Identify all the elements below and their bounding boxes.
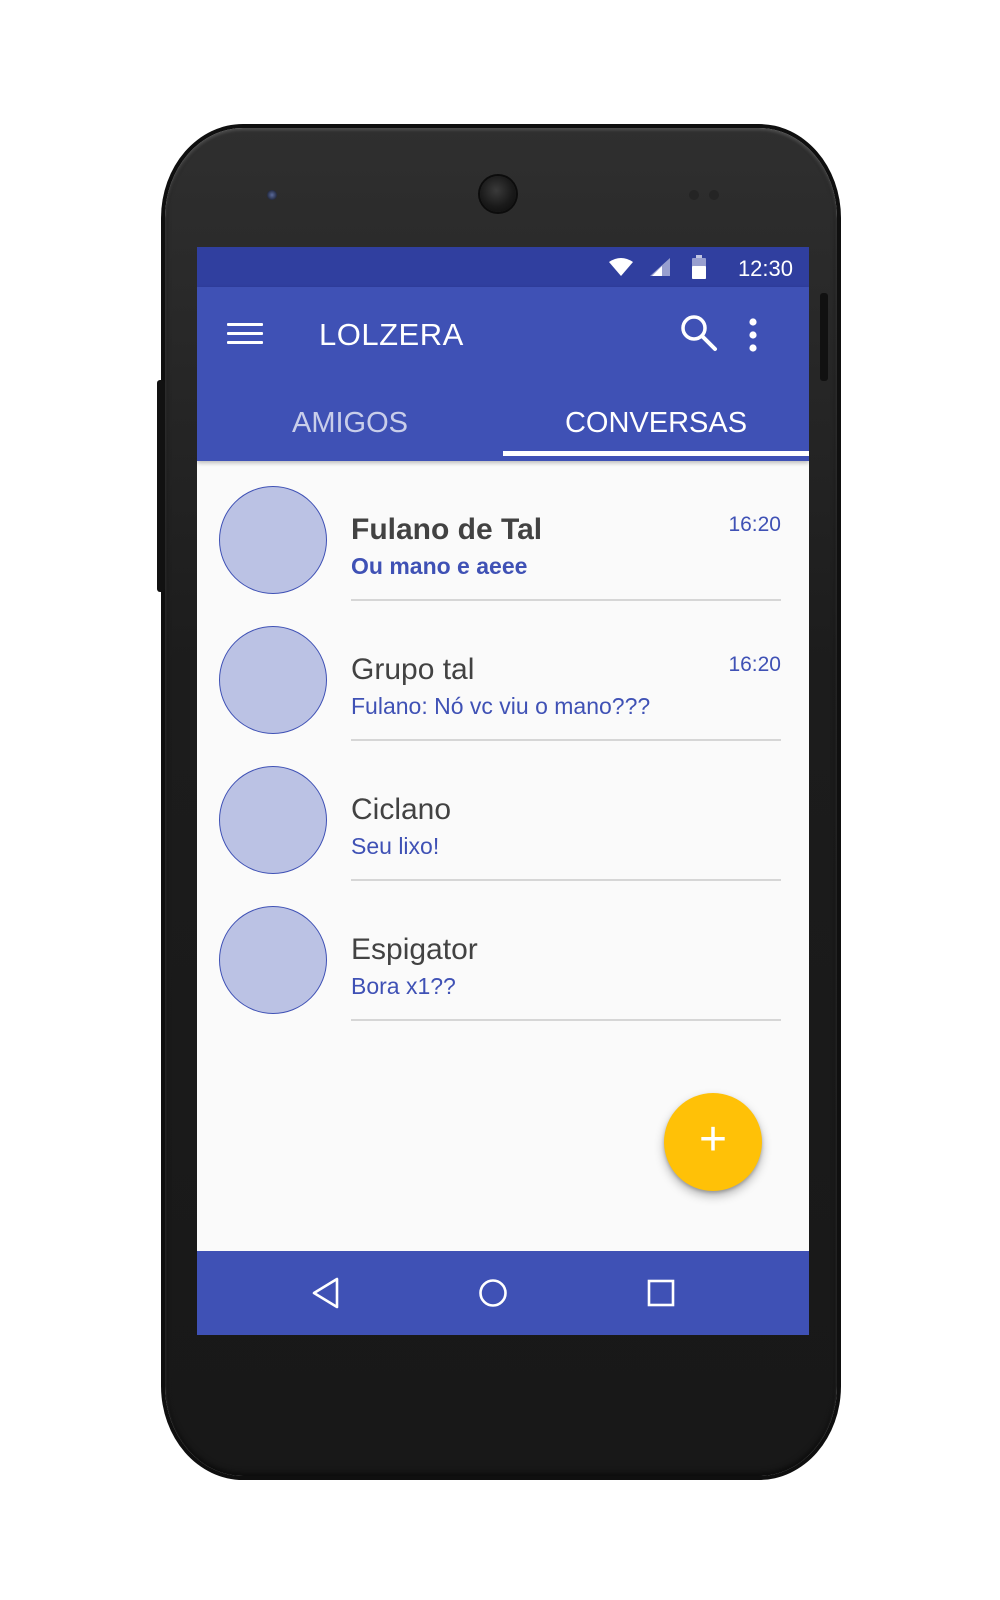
wifi-icon xyxy=(609,258,633,276)
status-bar: 12:30 xyxy=(197,247,809,287)
conversation-name: Grupo tal xyxy=(351,653,475,686)
front-camera xyxy=(480,176,516,212)
back-triangle-icon[interactable] xyxy=(307,1273,347,1313)
signal-icon xyxy=(650,258,670,276)
proximity-sensor-right xyxy=(709,190,719,200)
divider xyxy=(351,1019,781,1021)
conversation-item[interactable]: Ciclano Seu lixo! xyxy=(197,741,809,881)
power-button xyxy=(157,380,165,592)
front-sensor xyxy=(267,190,277,200)
conversation-time: 16:20 xyxy=(728,513,781,536)
avatar xyxy=(219,766,327,874)
volume-button xyxy=(820,293,828,381)
status-time: 12:30 xyxy=(737,256,793,281)
conversation-item[interactable]: Fulano de Tal Ou mano e aeee 16:20 xyxy=(197,461,809,601)
conversation-preview: Ou mano e aeee xyxy=(351,553,528,579)
app-title: LOLZERA xyxy=(319,317,464,352)
app-bar: LOLZERA AMIGOS CONVERSAS xyxy=(197,287,809,461)
conversation-preview: Fulano: Nó vc viu o mano??? xyxy=(351,693,651,719)
conversation-preview: Seu lixo! xyxy=(351,833,440,859)
tab-amigos[interactable]: AMIGOS xyxy=(197,392,503,461)
recents-square-icon[interactable] xyxy=(641,1273,681,1313)
conversation-preview: Bora x1?? xyxy=(351,973,456,999)
conversation-name: Espigator xyxy=(351,933,478,966)
screen: 12:30 LOLZERA AMIGOS CONVERSAS Fulano de… xyxy=(197,247,809,1335)
conversation-item[interactable]: Grupo tal Fulano: Nó vc viu o mano??? 16… xyxy=(197,601,809,741)
tab-indicator xyxy=(503,451,809,456)
battery-icon xyxy=(692,255,706,279)
search-icon[interactable] xyxy=(679,313,719,353)
avatar xyxy=(219,906,327,1014)
avatar xyxy=(219,626,327,734)
home-circle-icon[interactable] xyxy=(473,1273,513,1313)
new-conversation-button[interactable]: + xyxy=(664,1093,762,1191)
avatar xyxy=(219,486,327,594)
hamburger-menu-icon[interactable] xyxy=(227,323,263,351)
conversation-name: Fulano de Tal xyxy=(351,513,543,546)
conversation-list: Fulano de Tal Ou mano e aeee 16:20 Grupo… xyxy=(197,461,809,1021)
conversation-item[interactable]: Espigator Bora x1?? xyxy=(197,881,809,1021)
conversation-name: Ciclano xyxy=(351,793,452,826)
conversation-time: 16:20 xyxy=(728,653,781,676)
navigation-bar xyxy=(197,1251,809,1335)
add-icon: + xyxy=(698,1113,728,1166)
more-vert-icon[interactable] xyxy=(745,315,761,355)
proximity-sensor-left xyxy=(689,190,699,200)
